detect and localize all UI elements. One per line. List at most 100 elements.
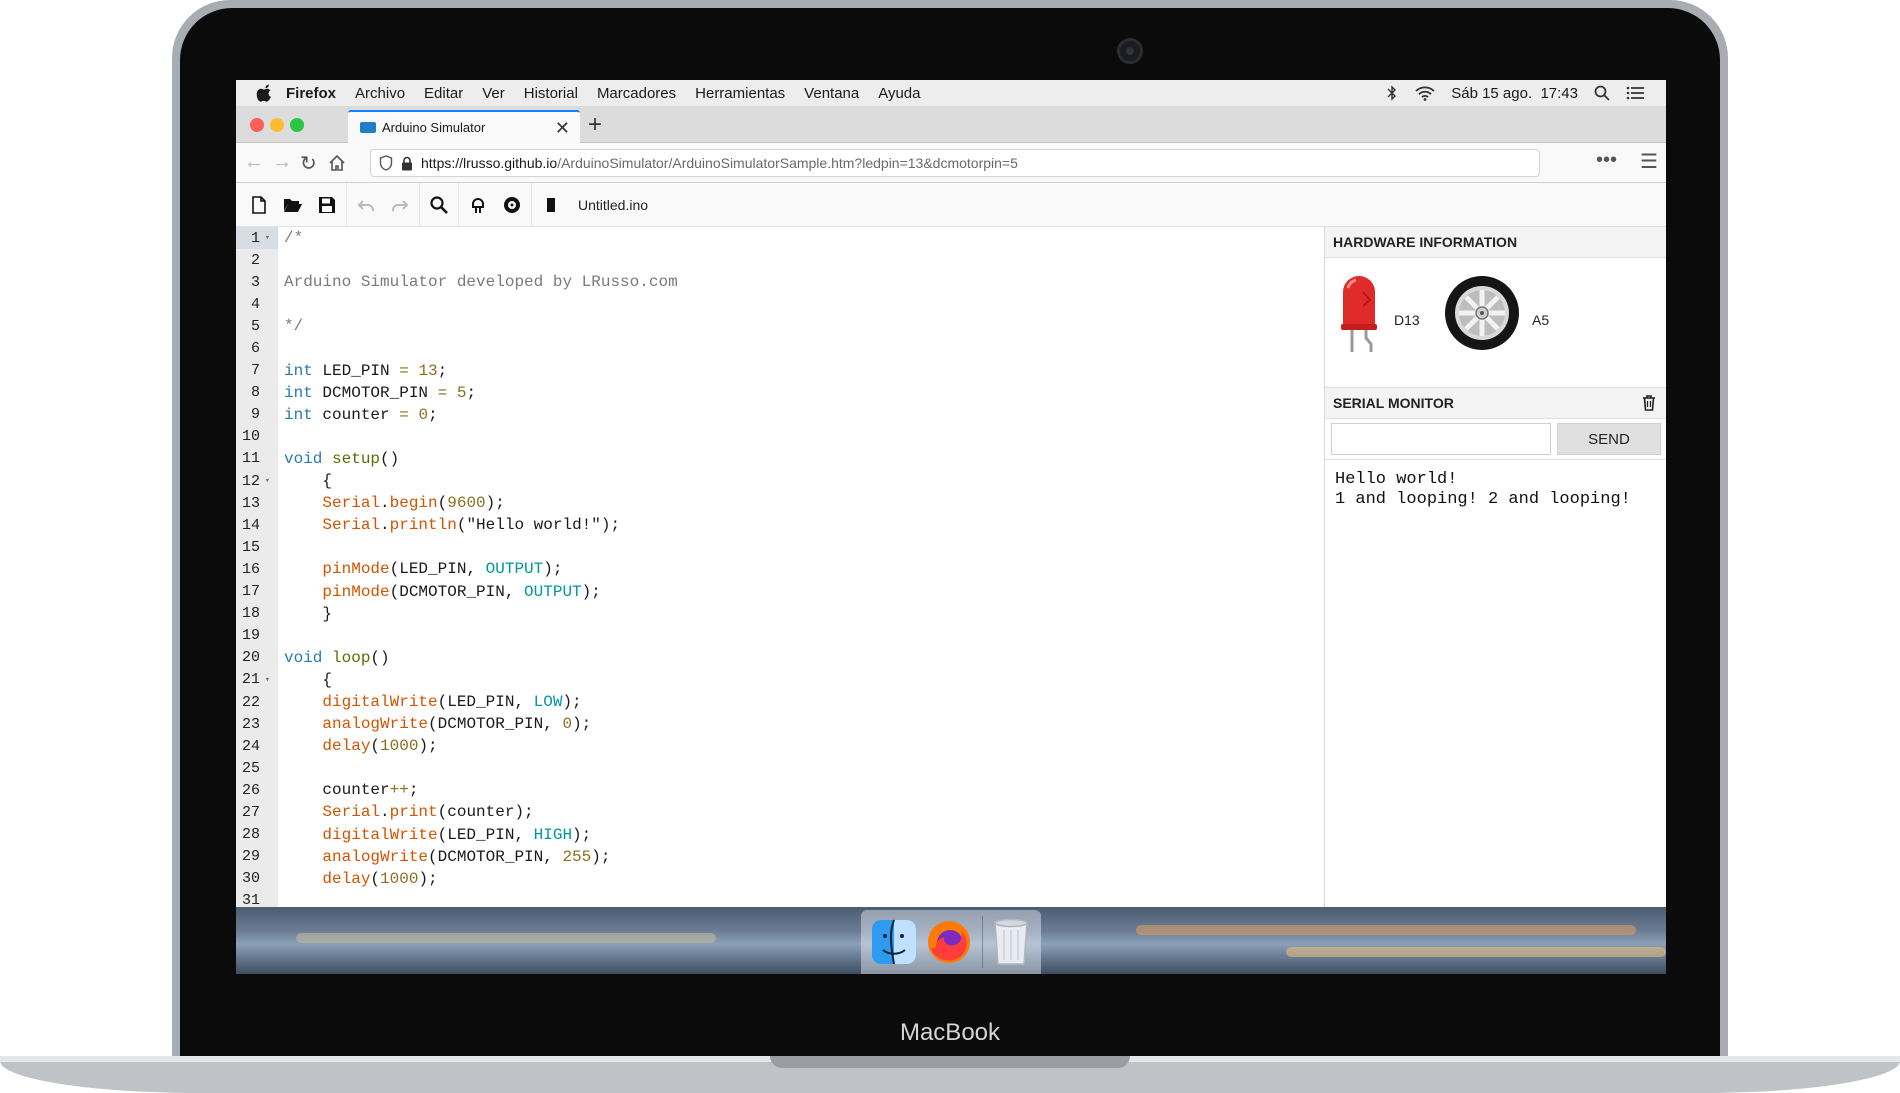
code-text[interactable]: */ (278, 317, 303, 335)
code-line[interactable]: 21 ▾ { (236, 669, 1324, 691)
code-line[interactable]: 2 (236, 249, 1324, 271)
code-line[interactable]: 13 Serial.begin(9600); (236, 492, 1324, 514)
menu-ayuda[interactable]: Ayuda (878, 85, 920, 102)
code-text[interactable]: } (278, 605, 332, 623)
open-file-button[interactable] (276, 188, 310, 222)
apple-icon[interactable] (256, 84, 274, 102)
clear-trash-icon[interactable] (1642, 395, 1656, 411)
code-line[interactable]: 1 ▾ /* (236, 227, 1324, 250)
stop-button[interactable] (534, 188, 568, 222)
wifi-icon[interactable] (1415, 86, 1435, 101)
send-button[interactable]: SEND (1557, 423, 1661, 455)
menu-editar[interactable]: Editar (424, 85, 463, 102)
code-line[interactable]: 11 void setup() (236, 448, 1324, 470)
dc-motor-wheel-icon[interactable] (1443, 274, 1521, 352)
new-tab-button[interactable]: + (588, 111, 602, 139)
code-text[interactable]: digitalWrite(LED_PIN, LOW); (278, 693, 581, 711)
redo-button[interactable] (383, 188, 417, 222)
code-line[interactable]: 3 Arduino Simulator developed by LRusso.c… (236, 271, 1324, 293)
lock-icon[interactable] (401, 156, 413, 171)
code-text[interactable]: analogWrite(DCMOTOR_PIN, 0); (278, 715, 591, 733)
code-line[interactable]: 20 void loop() (236, 647, 1324, 669)
spotlight-search-icon[interactable] (1594, 85, 1610, 101)
code-text[interactable]: Serial.println("Hello world!"); (278, 516, 620, 534)
tab-close-icon[interactable]: ✕ (555, 118, 570, 139)
menu-ver[interactable]: Ver (482, 85, 505, 102)
code-text[interactable]: Serial.print(counter); (278, 803, 533, 821)
new-file-button[interactable] (242, 188, 276, 222)
undo-button[interactable] (349, 188, 383, 222)
code-line[interactable]: 5 */ (236, 315, 1324, 337)
address-bar[interactable]: https://lrusso.github.io/ArduinoSimulato… (370, 149, 1540, 177)
code-text[interactable]: Serial.begin(9600); (278, 494, 504, 512)
code-text[interactable]: int LED_PIN = 13; (278, 362, 447, 380)
search-button[interactable] (422, 188, 456, 222)
browser-tab[interactable]: Arduino Simulator ✕ (348, 110, 580, 143)
code-line[interactable]: 24 delay(1000); (236, 735, 1324, 757)
code-text[interactable]: Arduino Simulator developed by LRusso.co… (278, 273, 678, 291)
code-text[interactable]: pinMode(DCMOTOR_PIN, OUTPUT); (278, 583, 600, 601)
code-text[interactable]: int counter = 0; (278, 406, 438, 424)
verify-button[interactable] (461, 188, 495, 222)
code-line[interactable]: 4 (236, 293, 1324, 315)
code-text[interactable]: { (278, 472, 332, 490)
code-line[interactable]: 26 counter++; (236, 779, 1324, 801)
window-close-button[interactable] (250, 118, 264, 132)
code-line[interactable]: 10 (236, 426, 1324, 448)
hamburger-menu-icon[interactable]: ☰ (1640, 149, 1658, 174)
fold-toggle-icon[interactable]: ▾ (262, 476, 270, 486)
menu-firefox[interactable]: Firefox (286, 85, 336, 102)
code-text[interactable]: counter++; (278, 781, 418, 799)
code-text[interactable]: pinMode(LED_PIN, OUTPUT); (278, 560, 562, 578)
code-text[interactable]: delay(1000); (278, 737, 437, 755)
code-text[interactable]: delay(1000); (278, 870, 437, 888)
page-actions-icon[interactable]: ••• (1596, 149, 1617, 172)
finder-icon[interactable] (871, 919, 917, 965)
save-file-button[interactable] (310, 188, 344, 222)
code-text[interactable]: { (278, 671, 332, 689)
motor-button[interactable] (495, 188, 529, 222)
code-text[interactable]: digitalWrite(LED_PIN, HIGH); (278, 826, 591, 844)
menu-herramientas[interactable]: Herramientas (695, 85, 785, 102)
trash-icon[interactable] (991, 918, 1031, 966)
serial-input[interactable] (1331, 423, 1551, 455)
code-line[interactable]: 9 int counter = 0; (236, 404, 1324, 426)
code-lines[interactable]: 1 ▾/* 2 3 Arduino Simulator developed by LRu… (236, 227, 1324, 907)
code-line[interactable]: 18 } (236, 603, 1324, 625)
code-line[interactable]: 12 ▾ { (236, 470, 1324, 492)
code-text[interactable]: void setup() (278, 450, 399, 468)
code-line[interactable]: 25 (236, 757, 1324, 779)
reload-icon[interactable]: ↻ (300, 151, 317, 176)
code-line[interactable]: 22 digitalWrite(LED_PIN, LOW); (236, 691, 1324, 713)
window-maximize-button[interactable] (290, 118, 304, 132)
code-line[interactable]: 30 delay(1000); (236, 868, 1324, 890)
code-line[interactable]: 28 digitalWrite(LED_PIN, HIGH); (236, 824, 1324, 846)
menu-ventana[interactable]: Ventana (804, 85, 859, 102)
code-text[interactable]: /* (278, 229, 303, 247)
fold-toggle-icon[interactable]: ▾ (262, 675, 270, 685)
menu-historial[interactable]: Historial (524, 85, 578, 102)
code-line[interactable]: 14 Serial.println("Hello world!"); (236, 514, 1324, 536)
forward-icon[interactable]: → (272, 151, 292, 174)
code-line[interactable]: 8 int DCMOTOR_PIN = 5; (236, 382, 1324, 404)
code-line[interactable]: 15 (236, 536, 1324, 558)
menubar-clock[interactable]: Sáb 15 ago. 17:43 (1451, 85, 1578, 102)
code-line[interactable]: 16 pinMode(LED_PIN, OUTPUT); (236, 558, 1324, 580)
code-line[interactable]: 31 (236, 890, 1324, 907)
code-line[interactable]: 17 pinMode(DCMOTOR_PIN, OUTPUT); (236, 581, 1324, 603)
code-text[interactable]: void loop() (278, 649, 390, 667)
code-line[interactable]: 6 (236, 337, 1324, 359)
code-text[interactable]: int DCMOTOR_PIN = 5; (278, 384, 476, 402)
bluetooth-icon[interactable] (1385, 85, 1399, 101)
code-line[interactable]: 23 analogWrite(DCMOTOR_PIN, 0); (236, 713, 1324, 735)
code-line[interactable]: 27 Serial.print(counter); (236, 801, 1324, 823)
home-icon[interactable] (328, 154, 346, 172)
code-line[interactable]: 29 analogWrite(DCMOTOR_PIN, 255); (236, 846, 1324, 868)
back-icon[interactable]: ← (244, 151, 264, 174)
led-icon[interactable] (1339, 274, 1379, 354)
window-minimize-button[interactable] (270, 118, 284, 132)
code-line[interactable]: 19 (236, 625, 1324, 647)
code-text[interactable]: analogWrite(DCMOTOR_PIN, 255); (278, 848, 610, 866)
firefox-icon[interactable] (925, 918, 973, 966)
menu-archivo[interactable]: Archivo (355, 85, 405, 102)
